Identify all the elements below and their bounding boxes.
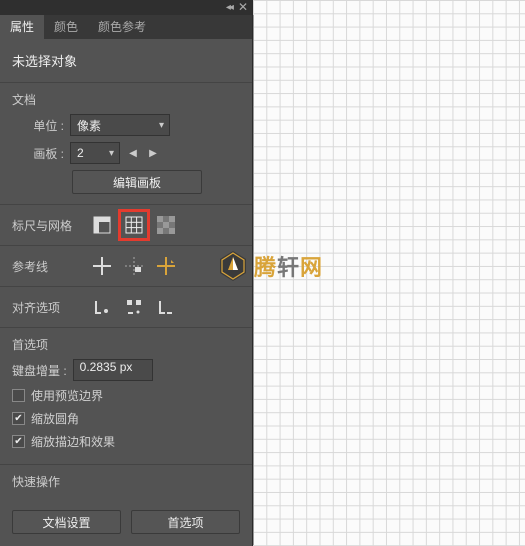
unit-select[interactable]: 像素 [70, 114, 170, 136]
use-preview-bounds-label: 使用预览边界 [31, 387, 103, 404]
smart-guides-icon[interactable] [154, 254, 178, 278]
guides-title: 参考线 [12, 258, 82, 275]
snap-section: 对齐选项 [0, 287, 252, 328]
rulers-grid-section: 标尺与网格 [0, 205, 252, 246]
document-setup-button[interactable]: 文档设置 [12, 510, 121, 534]
preferences-title: 首选项 [12, 336, 240, 353]
keyboard-increment-input[interactable]: 0.2835 px [73, 359, 153, 381]
properties-panel: ◂◂ ✕ 属性 颜色 颜色参考 未选择对象 文档 单位 : 像素 画板 : 2 … [0, 0, 253, 546]
scale-corners-checkbox[interactable]: 缩放圆角 [12, 410, 240, 427]
prev-artboard-icon[interactable]: ◀ [126, 146, 140, 160]
preferences-button[interactable]: 首选项 [131, 510, 240, 534]
checkbox-icon [12, 412, 25, 425]
snap-pixel-icon[interactable] [122, 295, 146, 319]
scale-strokes-label: 缩放描边和效果 [31, 433, 115, 450]
checkbox-icon [12, 435, 25, 448]
next-artboard-icon[interactable]: ▶ [146, 146, 160, 160]
scale-corners-label: 缩放圆角 [31, 410, 79, 427]
tab-properties[interactable]: 属性 [0, 15, 44, 39]
guide-lock-icon[interactable] [122, 254, 146, 278]
edit-artboards-button[interactable]: 编辑画板 [72, 170, 202, 194]
preferences-section: 首选项 键盘增量 : 0.2835 px 使用预览边界 缩放圆角 缩放描边和效果 [0, 328, 252, 465]
rulers-grid-title: 标尺与网格 [12, 217, 82, 234]
snap-glyph-icon[interactable] [154, 295, 178, 319]
snap-title: 对齐选项 [12, 299, 82, 316]
quick-actions-section: 快速操作 [0, 465, 252, 504]
document-title: 文档 [12, 91, 240, 108]
ruler-icon[interactable] [90, 213, 114, 237]
use-preview-bounds-checkbox[interactable]: 使用预览边界 [12, 387, 240, 404]
tab-color-guide[interactable]: 颜色参考 [88, 15, 156, 39]
document-section: 文档 单位 : 像素 画板 : 2 ◀ ▶ 编辑画板 [0, 83, 252, 205]
keyboard-increment-label: 键盘增量 : [12, 362, 67, 379]
close-icon[interactable]: ✕ [238, 0, 248, 14]
scale-strokes-checkbox[interactable]: 缩放描边和效果 [12, 433, 240, 450]
guide-toggle-icon[interactable] [90, 254, 114, 278]
collapse-icon[interactable]: ◂◂ [226, 2, 232, 13]
panel-tabs: 属性 颜色 颜色参考 [0, 15, 252, 39]
quick-actions-title: 快速操作 [12, 473, 240, 490]
unit-label: 单位 : [12, 117, 64, 134]
artboard-label: 画板 : [12, 145, 64, 162]
snap-point-icon[interactable] [90, 295, 114, 319]
transparency-grid-icon[interactable] [154, 213, 178, 237]
tab-color[interactable]: 颜色 [44, 15, 88, 39]
guides-section: 参考线 [0, 246, 252, 287]
checkbox-icon [12, 389, 25, 402]
no-selection-text: 未选择对象 [0, 39, 252, 83]
artboard-select[interactable]: 2 [70, 142, 120, 164]
panel-header: ◂◂ ✕ [0, 0, 252, 15]
grid-icon[interactable] [122, 213, 146, 237]
canvas-area[interactable] [253, 0, 525, 546]
